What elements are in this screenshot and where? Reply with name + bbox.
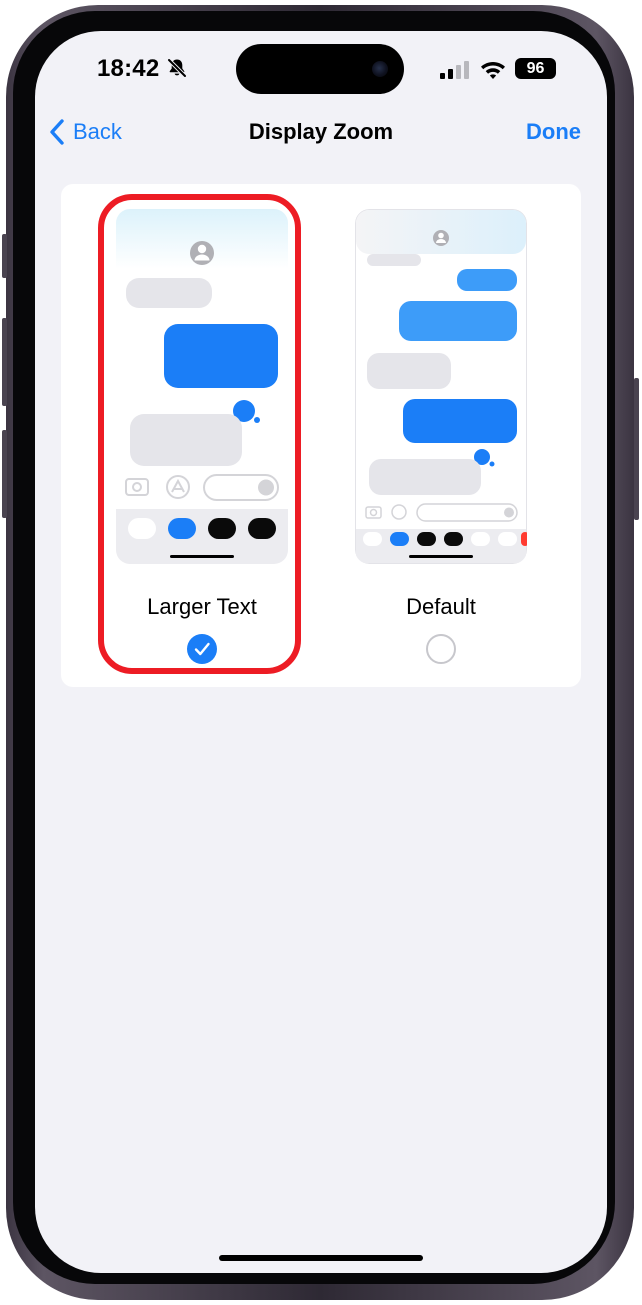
page-title: Display Zoom [248, 119, 394, 144]
default-label: Default [406, 594, 476, 619]
screen: 18:42 96 Back Display Zoom Done Larger T… [35, 31, 607, 1273]
done-button[interactable]: Done [526, 119, 581, 145]
default-preview-graphic [355, 209, 527, 564]
cellular-signal-icon [440, 61, 469, 79]
volume-up-button [2, 318, 7, 406]
action-button [2, 234, 7, 278]
volume-down-button [2, 430, 7, 518]
silent-bell-icon [167, 58, 187, 78]
home-indicator[interactable] [219, 1255, 423, 1261]
power-button [634, 378, 639, 520]
default-radio-unselected[interactable] [426, 634, 456, 664]
battery-indicator: 96 [515, 58, 556, 79]
front-camera-icon [372, 61, 388, 77]
selection-highlight-annotation [98, 194, 301, 674]
dynamic-island [236, 44, 404, 94]
wifi-icon [481, 62, 505, 79]
status-time: 18:42 [97, 55, 160, 82]
default-preview[interactable] [355, 209, 527, 564]
